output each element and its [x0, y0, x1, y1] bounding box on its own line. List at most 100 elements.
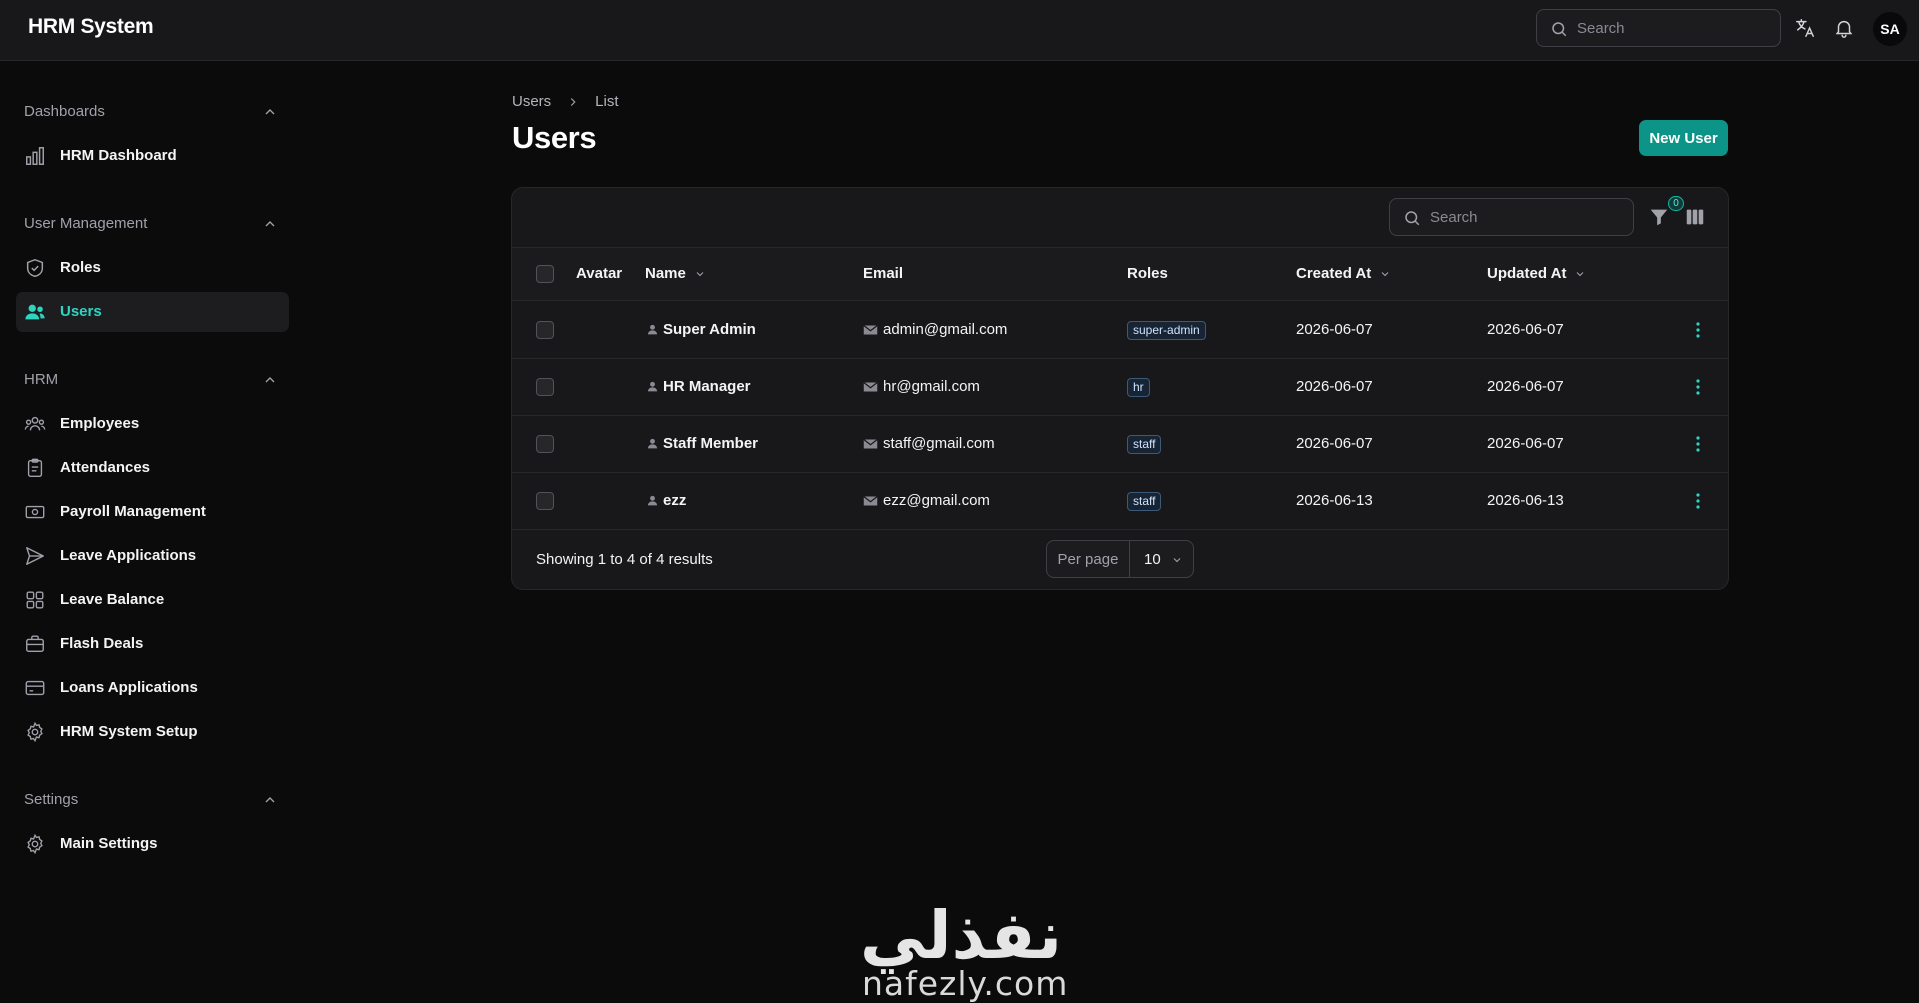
- sidebar-item-attendances[interactable]: Attendances: [16, 448, 289, 488]
- column-roles: Roles: [1127, 265, 1168, 282]
- mail-icon: [863, 324, 878, 334]
- row-checkbox[interactable]: [536, 378, 554, 396]
- breadcrumb-item-users[interactable]: Users: [512, 93, 551, 110]
- created-at-cell: 2026-06-07: [1296, 321, 1373, 338]
- filter-icon[interactable]: [1648, 206, 1670, 228]
- per-page-label: Per page: [1047, 541, 1130, 577]
- sidebar-item-payroll-management[interactable]: Payroll Management: [16, 492, 289, 532]
- sidebar-item-label: Leave Applications: [60, 547, 197, 564]
- brand-title[interactable]: HRM System: [28, 15, 154, 39]
- sidebar-item-label: HRM Dashboard: [60, 147, 177, 164]
- row-checkbox[interactable]: [536, 321, 554, 339]
- sidebar-item-flash-deals[interactable]: Flash Deals: [16, 624, 289, 664]
- table-row[interactable]: HR Manager hr@gmail.com hr 2026-06-07 20…: [512, 359, 1728, 416]
- sidebar-item-leave-applications[interactable]: Leave Applications: [16, 536, 289, 576]
- table-search-input[interactable]: [1430, 199, 1625, 235]
- grid-icon: [26, 591, 44, 609]
- watermark-arabic: نفذلي: [860, 897, 1062, 974]
- sidebar-item-leave-balance[interactable]: Leave Balance: [16, 580, 289, 620]
- kebab-menu-icon[interactable]: [1690, 321, 1706, 339]
- user-email: staff@gmail.com: [883, 435, 995, 452]
- watermark-url: nafezly.com: [862, 964, 1069, 1003]
- chevron-up-icon[interactable]: [262, 372, 278, 388]
- briefcase-icon: [26, 635, 44, 653]
- chevron-up-icon[interactable]: [262, 104, 278, 120]
- top-bar: HRM System SA: [0, 0, 1919, 61]
- row-checkbox[interactable]: [536, 435, 554, 453]
- select-all-checkbox[interactable]: [536, 265, 554, 283]
- updated-at-cell: 2026-06-13: [1487, 492, 1564, 509]
- table-search[interactable]: [1389, 198, 1634, 236]
- gear-icon: [27, 721, 43, 743]
- table-footer: Showing 1 to 4 of 4 results Per page 10: [512, 530, 1728, 589]
- sidebar-item-loans-applications[interactable]: Loans Applications: [16, 668, 289, 708]
- clipboard-icon: [27, 458, 43, 477]
- banknote-icon: [25, 505, 45, 519]
- column-created-at[interactable]: Created At: [1296, 265, 1391, 282]
- column-label: Name: [645, 265, 686, 282]
- kebab-menu-icon[interactable]: [1690, 435, 1706, 453]
- role-badge: staff: [1127, 492, 1162, 511]
- sidebar-item-label: Employees: [60, 415, 140, 432]
- sidebar-item-users[interactable]: Users: [16, 292, 289, 332]
- updated-at-cell: 2026-06-07: [1487, 435, 1564, 452]
- column-label: Created At: [1296, 265, 1372, 282]
- sidebar-item-hrm-system-setup[interactable]: HRM System Setup: [16, 712, 289, 752]
- table-header: Avatar Name Email Roles Created At Updat…: [512, 248, 1728, 301]
- per-page-select[interactable]: Per page 10: [1046, 540, 1194, 578]
- breadcrumb-item-list: List: [595, 93, 619, 110]
- sidebar-item-label: Attendances: [60, 459, 151, 476]
- table-toolbar: 0: [512, 188, 1728, 248]
- sidebar-item-label: Main Settings: [60, 835, 158, 852]
- sidebar-group-label[interactable]: Dashboards: [24, 103, 105, 120]
- chevron-up-icon[interactable]: [262, 216, 278, 232]
- sidebar-item-label: Loans Applications: [60, 679, 198, 696]
- bar-chart-icon: [26, 147, 44, 165]
- chevron-up-icon[interactable]: [262, 792, 278, 808]
- sidebar: Dashboards HRM Dashboard User Management…: [0, 61, 300, 1003]
- new-user-button[interactable]: New User: [1639, 120, 1728, 156]
- results-summary: Showing 1 to 4 of 4 results: [536, 551, 713, 568]
- sidebar-group-label[interactable]: HRM: [24, 371, 58, 388]
- sidebar-item-label: Users: [60, 303, 102, 320]
- column-updated-at[interactable]: Updated At: [1487, 265, 1586, 282]
- translate-icon[interactable]: [1794, 17, 1816, 39]
- global-search[interactable]: [1536, 9, 1781, 47]
- created-at-cell: 2026-06-07: [1296, 378, 1373, 395]
- sidebar-item-employees[interactable]: Employees: [16, 404, 289, 444]
- columns-icon[interactable]: [1684, 206, 1706, 228]
- table-row[interactable]: Super Admin admin@gmail.com super-admin …: [512, 302, 1728, 359]
- user-name: ezz: [663, 492, 687, 509]
- user-icon: [647, 495, 658, 506]
- column-name[interactable]: Name: [645, 265, 706, 282]
- sidebar-item-label: Leave Balance: [60, 591, 165, 608]
- kebab-menu-icon[interactable]: [1690, 378, 1706, 396]
- sidebar-item-hrm-dashboard[interactable]: HRM Dashboard: [16, 136, 289, 176]
- updated-at-cell: 2026-06-07: [1487, 378, 1564, 395]
- users-icon: [25, 304, 45, 320]
- column-email: Email: [863, 265, 903, 282]
- user-avatar[interactable]: SA: [1873, 12, 1907, 46]
- user-email: hr@gmail.com: [883, 378, 980, 395]
- user-email: ezz@gmail.com: [883, 492, 990, 509]
- bell-icon[interactable]: [1833, 17, 1855, 39]
- sidebar-group-label[interactable]: Settings: [24, 791, 78, 808]
- sidebar-group-label[interactable]: User Management: [24, 215, 147, 232]
- filter-count-badge: 0: [1668, 196, 1684, 211]
- sidebar-item-roles[interactable]: Roles: [16, 248, 289, 288]
- table-row[interactable]: Staff Member staff@gmail.com staff 2026-…: [512, 416, 1728, 473]
- column-label: Updated At: [1487, 265, 1567, 282]
- user-icon: [647, 324, 658, 335]
- global-search-input[interactable]: [1577, 10, 1772, 46]
- email-cell: staff@gmail.com: [863, 435, 995, 452]
- mail-icon: [863, 381, 878, 391]
- table-row[interactable]: ezz ezz@gmail.com staff 2026-06-13 2026-…: [512, 473, 1728, 530]
- shield-check-icon: [26, 258, 44, 278]
- chevron-down-icon: [696, 271, 704, 276]
- user-icon: [647, 381, 658, 392]
- email-cell: ezz@gmail.com: [863, 492, 990, 509]
- kebab-menu-icon[interactable]: [1690, 492, 1706, 510]
- sidebar-item-main-settings[interactable]: Main Settings: [16, 824, 289, 864]
- credit-card-icon: [25, 680, 45, 696]
- row-checkbox[interactable]: [536, 492, 554, 510]
